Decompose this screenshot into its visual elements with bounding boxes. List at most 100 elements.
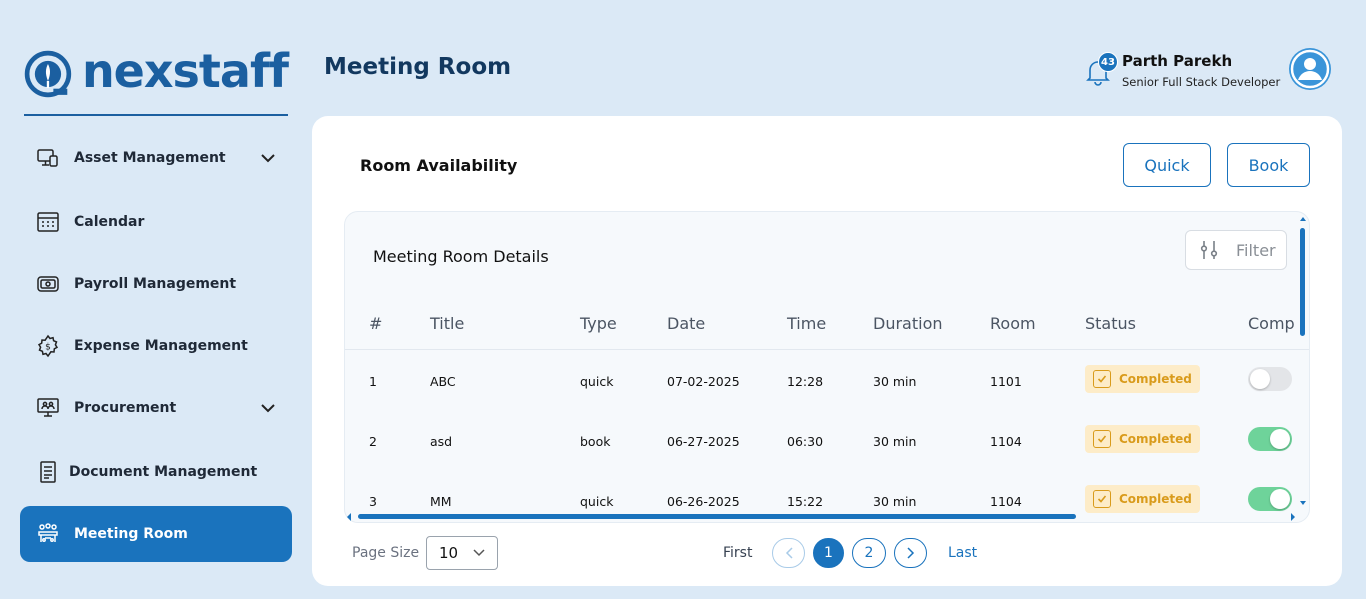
cell-title: asd [430,434,453,449]
page-title: Meeting Room [324,54,512,80]
sidebar-item-label: Asset Management [74,150,226,166]
column-header: Time [787,314,827,333]
complete-toggle[interactable] [1248,367,1292,391]
gear-dollar-icon: $ [36,334,60,358]
chevron-down-icon [473,549,485,557]
page-size-label: Page Size [352,545,420,561]
sidebar-item-asset-management[interactable]: Asset Management [20,130,292,186]
sidebar-item-expense-management[interactable]: $ Expense Management [20,318,292,374]
user-icon [1290,49,1330,89]
cell-type: book [580,434,611,449]
table-header: # Title Type Date Time Duration Room Sta… [345,300,1309,350]
complete-toggle[interactable] [1248,427,1292,451]
sidebar-item-calendar[interactable]: Calendar [20,194,292,250]
first-page-link[interactable]: First [723,545,752,561]
column-header: Date [667,314,706,333]
logo-mark-icon [24,50,72,98]
status-label: Completed [1119,492,1192,506]
cell-title: ABC [430,374,456,389]
sidebar-item-label: Meeting Room [74,526,188,542]
chevron-down-icon[interactable] [260,150,276,166]
card-title: Room Availability [360,156,518,175]
quick-button[interactable]: Quick [1123,143,1211,187]
cell-type: quick [580,494,614,509]
cell-room: 1101 [990,374,1022,389]
cell-duration: 30 min [873,434,917,449]
column-header: Duration [873,314,943,333]
status-badge: Completed [1085,485,1200,513]
page-1-button[interactable]: 1 [813,538,844,568]
user-name: Parth Parekh [1122,52,1233,70]
cell-num: 3 [369,494,377,509]
complete-toggle[interactable] [1248,487,1292,511]
devices-icon [36,146,60,170]
chevron-left-icon [785,547,793,559]
sidebar-item-label: Payroll Management [74,276,237,292]
page-2-button[interactable]: 2 [852,538,886,568]
chevron-down-icon[interactable] [260,400,276,416]
sidebar-item-label: Calendar [74,214,145,230]
vertical-scrollbar[interactable] [1300,216,1306,506]
cell-time: 12:28 [787,374,824,389]
sidebar-item-label: Procurement [74,400,177,416]
avatar[interactable] [1289,48,1331,90]
brand-name: nexstaff [81,44,289,98]
scroll-right-icon[interactable] [1290,513,1296,521]
filter-label: Filter [1236,240,1276,260]
column-header: Status [1085,314,1136,333]
filter-sliders-icon [1200,241,1218,259]
table-row[interactable]: 2 asd book 06-27-2025 06:30 30 min 1104 … [345,412,1309,472]
cell-time: 06:30 [787,434,824,449]
meeting-room-details-panel: Meeting Room Details Filter # Title Type… [344,211,1310,523]
monitor-people-icon [36,396,60,420]
page-size-value: 10 [439,544,459,562]
column-header: Type [580,314,617,333]
sidebar-item-label: Document Management [69,464,258,480]
column-header: Comp [1248,314,1295,333]
logo-divider [24,114,288,116]
prev-page-button[interactable] [772,538,805,568]
room-availability-card: Room Availability Quick Book Meeting Roo… [312,116,1342,586]
filter-button[interactable]: Filter [1185,230,1287,270]
sidebar-item-meeting-room[interactable]: Meeting Room [20,506,292,562]
column-header: Room [990,314,1036,333]
horizontal-scrollbar[interactable] [346,513,1296,521]
svg-text:$: $ [45,343,51,353]
status-badge: Completed [1085,425,1200,453]
next-page-button[interactable] [894,538,927,568]
cell-date: 06-26-2025 [667,494,740,509]
column-header: # [369,314,383,333]
cell-num: 1 [369,374,377,389]
panel-title: Meeting Room Details [373,247,549,266]
cash-icon [36,272,60,296]
status-label: Completed [1119,432,1192,446]
cell-type: quick [580,374,614,389]
scroll-up-icon[interactable] [1300,216,1306,222]
book-button[interactable]: Book [1227,143,1310,187]
status-label: Completed [1119,372,1192,386]
cell-num: 2 [369,434,377,449]
table-row[interactable]: 1 ABC quick 07-02-2025 12:28 30 min 1101… [345,352,1309,412]
scroll-left-icon[interactable] [346,513,352,521]
sidebar-item-label: Expense Management [74,338,248,354]
last-page-link[interactable]: Last [948,545,977,561]
sidebar-item-document-management[interactable]: Document Management [20,444,292,500]
sidebar-item-procurement[interactable]: Procurement [20,380,292,436]
page-size-select[interactable]: 10 [426,536,498,570]
calendar-icon [36,210,60,234]
cell-duration: 30 min [873,374,917,389]
check-icon [1093,490,1111,508]
document-icon [36,460,60,484]
sidebar-item-payroll-management[interactable]: Payroll Management [20,256,292,312]
cell-date: 07-02-2025 [667,374,740,389]
cell-title: MM [430,494,452,509]
cell-date: 06-27-2025 [667,434,740,449]
chevron-right-icon [906,547,914,559]
column-header: Title [430,314,465,333]
cell-time: 15:22 [787,494,824,509]
cell-room: 1104 [990,494,1022,509]
cell-duration: 30 min [873,494,917,509]
meeting-icon [36,522,60,546]
scroll-down-icon[interactable] [1300,500,1306,506]
brand-logo[interactable]: nexstaff [24,42,289,106]
